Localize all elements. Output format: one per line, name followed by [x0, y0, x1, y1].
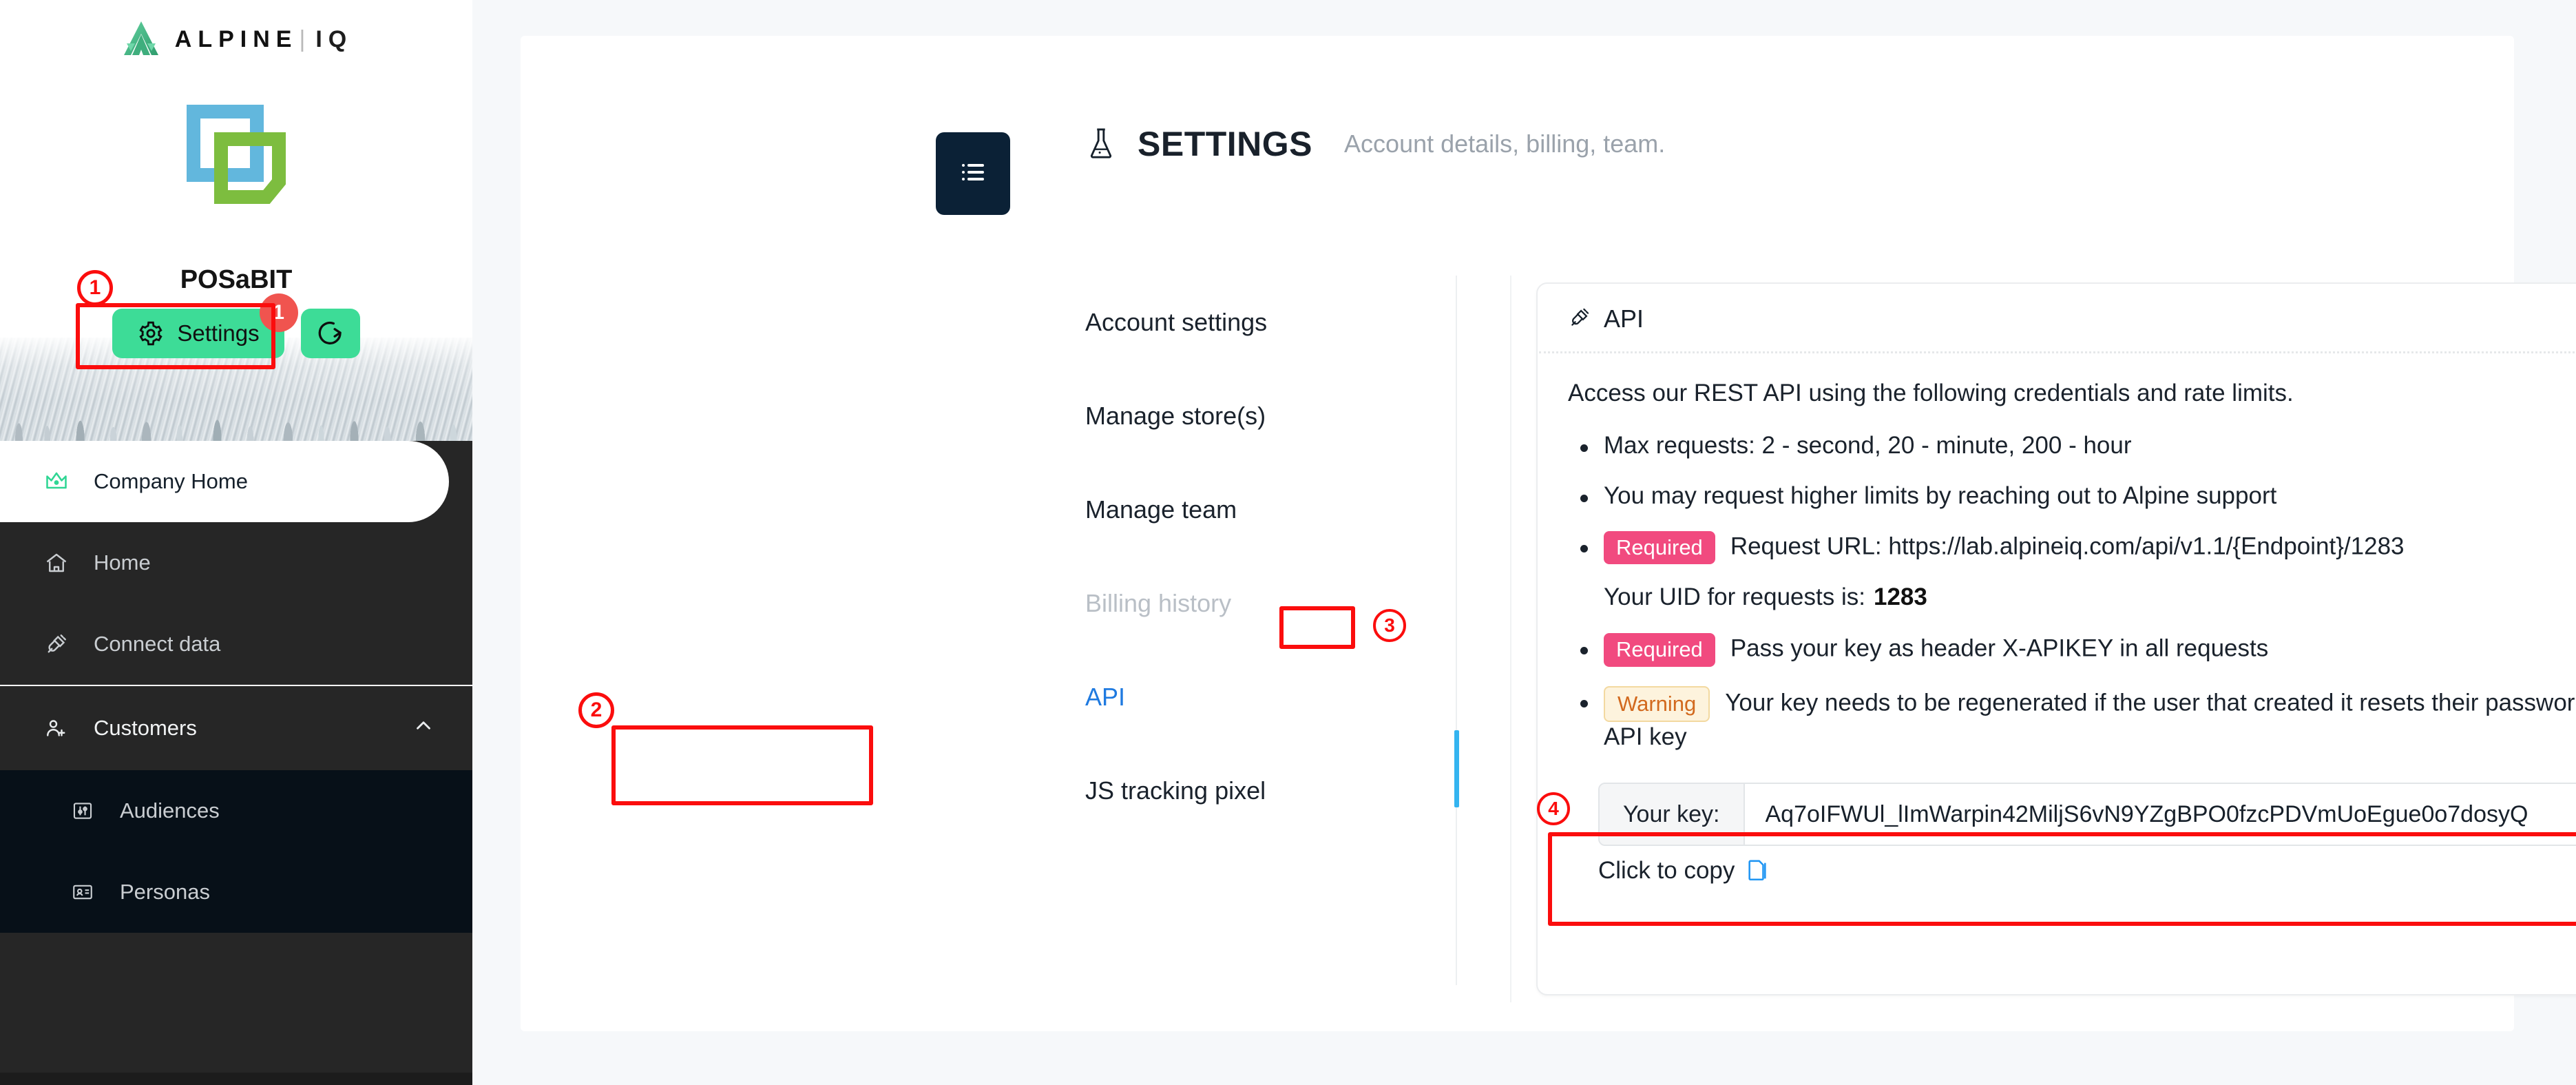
sidebar-item-label: Connect data [94, 632, 221, 656]
sidebar-item-home[interactable]: Home [0, 522, 472, 603]
sidebar-item-label: Home [94, 550, 151, 575]
api-bullet-apikey-header: Required Pass your key as header X-APIKEY… [1568, 633, 2576, 667]
settings-scroll-indicator[interactable] [1454, 730, 1459, 807]
main-content: SETTINGS Account details, billing, team.… [472, 0, 2576, 1085]
chevron-up-icon[interactable] [412, 714, 435, 743]
sidebar-bottom-strip [0, 1073, 472, 1085]
sidebar-item-audiences[interactable]: Audiences [0, 770, 472, 851]
page-subtitle: Account details, billing, team. [1344, 130, 1666, 158]
brand-iq: IQ [315, 25, 353, 52]
api-bullet-higher-limits: You may request higher limits by reachin… [1568, 481, 2576, 512]
api-bullet-apikey-header-text: Pass your key as header X-APIKEY in all … [1730, 634, 2269, 662]
brand-text: ALPINE | IQ [175, 26, 353, 53]
settings-divider [1456, 276, 1457, 985]
api-key-input[interactable] [1744, 784, 2576, 845]
sidebar-nav: Company Home Home Connect data Customers… [0, 441, 472, 933]
app-root: ALPINE | IQ POSaBIT Settings 1 Company H… [0, 0, 2576, 1085]
settings-nav-manage-team[interactable]: Manage team [1085, 463, 1450, 557]
sidebar-toggle-button[interactable] [936, 132, 1010, 215]
copy-key-row[interactable]: Click to copy [1598, 857, 2576, 885]
api-key-label: Your key: [1600, 784, 1745, 845]
page-title: SETTINGS [1138, 125, 1313, 163]
hamburger-list-icon [956, 156, 989, 192]
settings-nav-manage-stores[interactable]: Manage store(s) [1085, 369, 1450, 463]
required-badge: Required [1604, 530, 1715, 564]
api-bullet-request-url: Required Request URL: https://lab.alpinei… [1568, 530, 2576, 564]
flask-icon [1085, 126, 1117, 162]
uid-value: 1283 [1873, 583, 1927, 610]
annotation-number-3: 3 [1373, 609, 1406, 642]
api-bullet-list: Max requests: 2 - second, 20 - minute, 2… [1568, 431, 2576, 752]
left-sidebar: ALPINE | IQ POSaBIT Settings 1 Company H… [0, 0, 472, 1085]
api-uid-line: Your UID for requests is: 1283 [1568, 581, 2576, 614]
id-card-icon [69, 878, 96, 906]
settings-nav: Account settings Manage store(s) Manage … [1085, 276, 1450, 838]
account-actions: Settings 1 [0, 293, 472, 358]
api-bullet-regenerate-warning-text: Your key needs to be regenerated if the … [1604, 688, 2576, 750]
api-intro-text: Access our REST API using the following … [1568, 380, 2294, 406]
page-header: SETTINGS Account details, billing, team. [1085, 124, 1665, 164]
brand-divider: | [299, 25, 312, 52]
posabit-squares-logo-icon [181, 102, 291, 212]
sidebar-item-company-home[interactable]: Company Home [0, 441, 449, 522]
api-card: API Access our REST API using the follow… [1536, 282, 2576, 995]
api-card-header: API [1538, 284, 2576, 351]
annotation-number-4: 4 [1537, 792, 1570, 825]
copy-label: Click to copy [1598, 857, 1735, 885]
crown-icon [43, 468, 70, 495]
warning-badge: Warning [1604, 685, 1710, 722]
house-icon [43, 549, 70, 577]
users-add-icon [43, 714, 70, 742]
logout-icon [316, 318, 345, 349]
company-name: POSaBIT [180, 265, 293, 294]
alpine-triangle-logo-icon [120, 19, 163, 59]
sidebar-group-label: Customers [94, 716, 197, 740]
brand-name: ALPINE [174, 25, 298, 52]
brand: ALPINE | IQ [0, 19, 472, 59]
logout-button[interactable] [300, 309, 360, 358]
api-uid-prefix: Your UID for requests is: [1604, 583, 1865, 610]
api-key-row: Your key: [1598, 783, 2576, 847]
sidebar-item-personas[interactable]: Personas [0, 851, 472, 933]
required-badge: Required [1604, 633, 1715, 667]
settings-nav-api[interactable]: API [1085, 650, 1450, 744]
api-bullet-request-url-text: Request URL: https://lab.alpineiq.com/ap… [1730, 532, 2405, 559]
api-bullet-regenerate-warning: Warning Your key needs to be regenerated … [1568, 685, 2576, 753]
copy-icon[interactable] [1746, 858, 1769, 884]
sidebar-item-connect-data[interactable]: Connect data [0, 603, 472, 685]
settings-button-label: Settings [177, 320, 260, 346]
sidebar-item-label: Audiences [120, 798, 220, 823]
sidebar-item-label: Company Home [94, 469, 248, 493]
api-key-field[interactable]: Your key: [1598, 783, 2576, 847]
gear-icon [137, 320, 165, 347]
plug-icon [43, 630, 70, 658]
settings-badge: 1 [259, 293, 298, 332]
annotation-number-2: 2 [578, 692, 614, 728]
settings-nav-account-settings[interactable]: Account settings [1085, 276, 1450, 369]
sidebar-account-panel: ALPINE | IQ POSaBIT Settings 1 [0, 0, 472, 441]
plug-icon [1568, 306, 1591, 333]
sliders-icon [69, 797, 96, 825]
settings-nav-js-tracking-pixel[interactable]: JS tracking pixel [1085, 744, 1450, 838]
api-bullet-max-requests: Max requests: 2 - second, 20 - minute, 2… [1568, 431, 2576, 462]
sidebar-group-customers[interactable]: Customers [0, 686, 472, 770]
api-card-title: API [1604, 304, 1644, 333]
annotation-number-1: 1 [77, 270, 113, 306]
sidebar-item-label: Personas [120, 880, 210, 904]
api-card-body: Access our REST API using the following … [1538, 353, 2576, 885]
settings-button[interactable]: Settings 1 [112, 293, 298, 358]
settings-divider-secondary [1510, 276, 1511, 1002]
